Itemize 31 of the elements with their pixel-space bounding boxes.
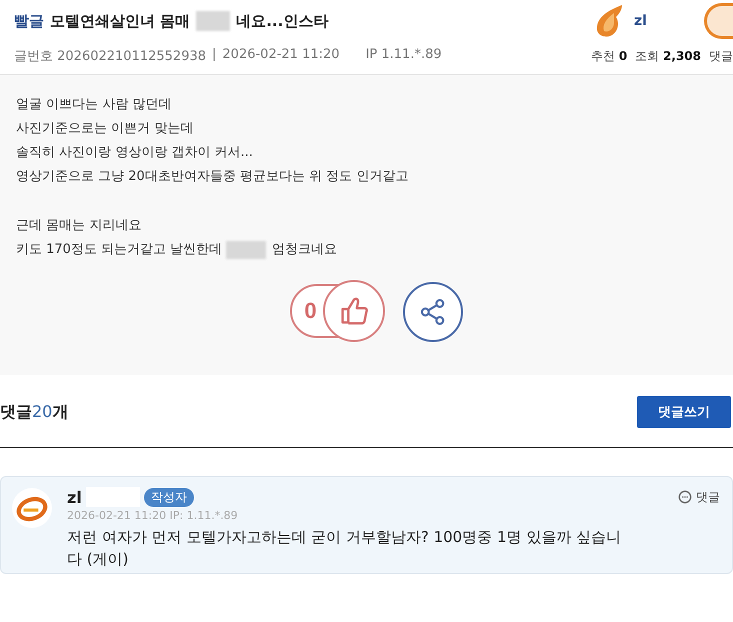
comment-count: 댓글20개 [0,402,68,422]
speech-bubble-icon [678,490,692,504]
comment-text: 저런 여자가 먼저 모텔가자고하는데 굳이 거부할남자? 100명중 1명 있을까 싶습니다 (게이) [67,527,622,570]
avatar-icon [704,3,733,39]
body-text: 영상기준으로 그냥 20대초반여자들중 평균보다는 위 정도 인거같고 [16,168,408,186]
flame-avatar-icon [594,3,624,39]
category-label: 빨글 [14,12,44,30]
body-text: 엄청크네요 [272,241,338,259]
post-title: 모텔연쇄살인녀 몸매 [50,12,190,30]
ip-address: IP 1.11.*.89 [366,47,442,64]
separator: | [212,47,216,64]
view-count: 조회 2,308 [635,48,701,64]
reply-button[interactable]: 댓글 [678,488,720,506]
author-badge: 작성자 [144,488,194,506]
body-text: 키도 170정도 되는거같고 날씬한데 [16,241,222,259]
body-text: 솔직히 사진이랑 영상이랑 갭차이 커서... [16,144,253,162]
write-comment-button[interactable]: 댓글쓰기 [637,396,731,428]
commenter-name[interactable]: zl [67,488,82,506]
recommend-count: 추천 0 [591,48,628,64]
blurred-text [196,11,230,31]
post-number: 글번호 202602210112552938 [14,48,206,65]
post-title: 네요...인스타 [236,12,328,30]
blurred-text [226,241,266,259]
avatar-icon [11,487,53,529]
post-date: 2026-02-21 11:20 [222,47,340,64]
body-text: 얼굴 이쁘다는 사람 많던데 [16,96,172,114]
author-name[interactable]: zl [634,13,694,29]
body-text: 근데 몸매는 지리네요 [16,217,142,235]
comment-meta: 2026-02-21 11:20 IP: 1.11.*.89 [67,509,239,522]
body-text: 사진기준으로는 이쁜거 맞는데 [16,120,194,138]
comment-label: 댓글 [709,48,733,64]
